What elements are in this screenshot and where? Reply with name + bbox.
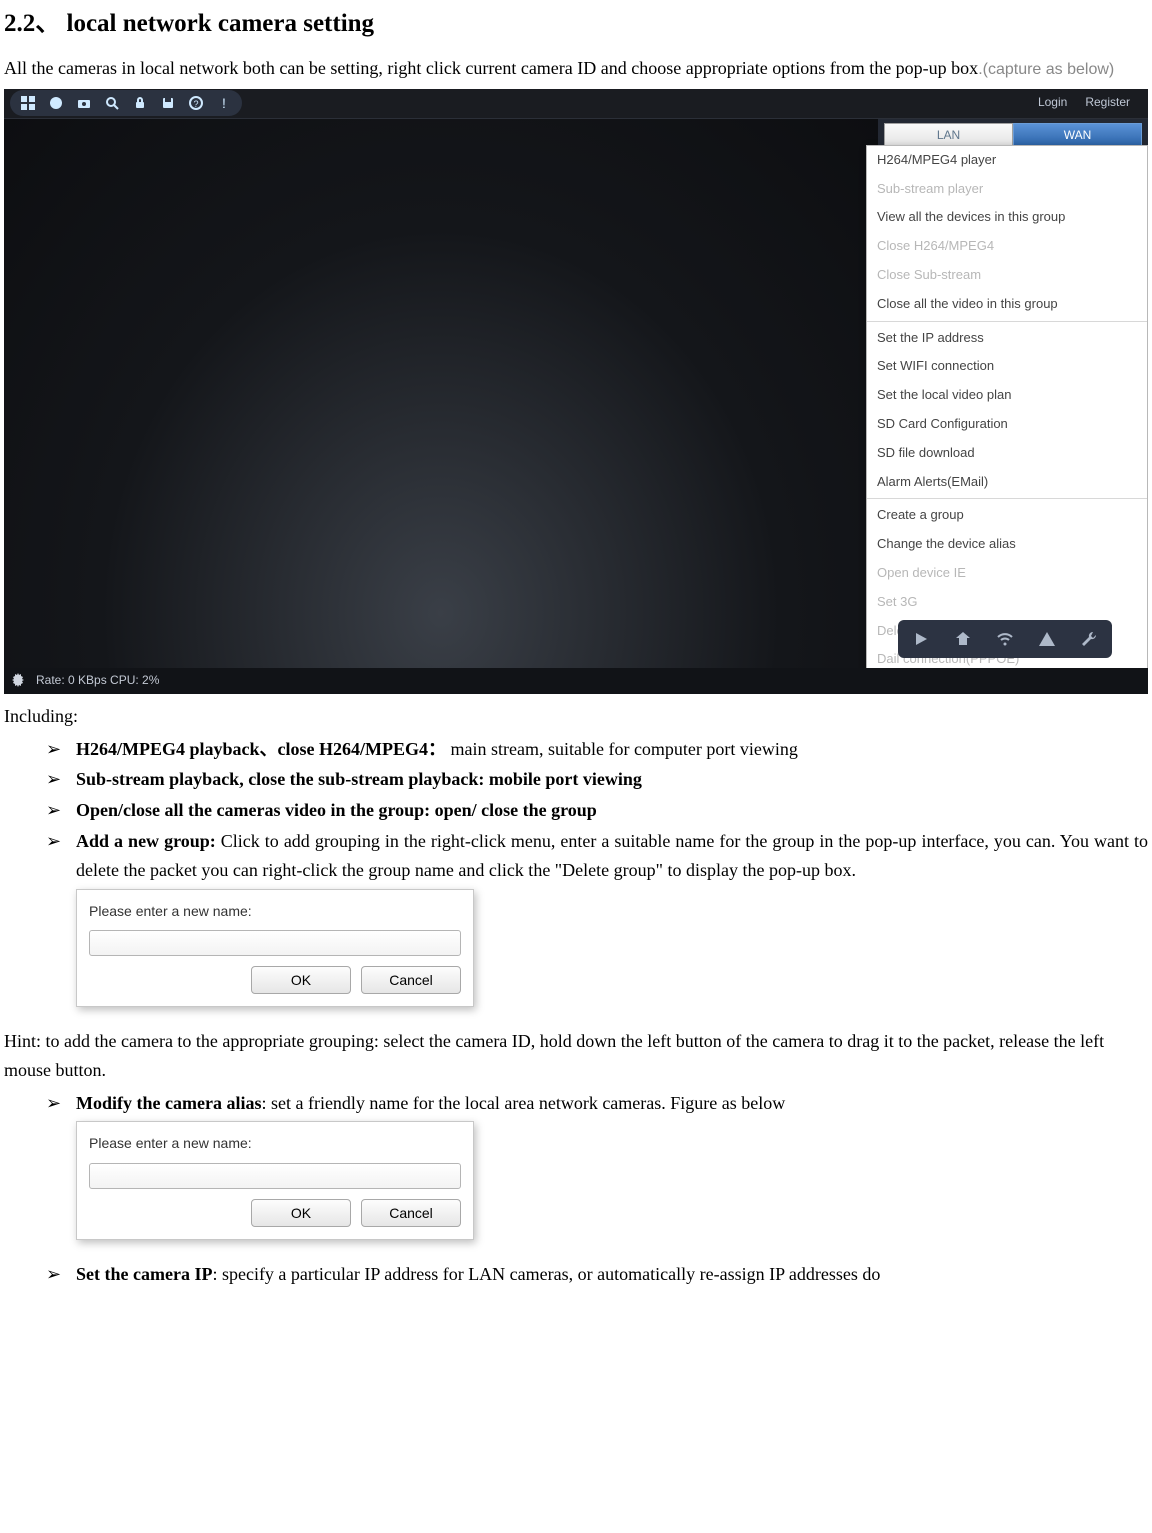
tab-wan[interactable]: WAN (1013, 123, 1142, 147)
top-right-links: Login Register (1038, 93, 1130, 112)
section-heading: 2.2、 local network camera setting (4, 4, 1148, 44)
cm-set-3g[interactable]: Set 3G (867, 588, 1147, 617)
ptz-bottom-icons (898, 620, 1112, 658)
cm-sd-download[interactable]: SD file download (867, 439, 1147, 468)
bullet-openclose: Open/close all the cameras video in the … (76, 796, 1148, 825)
dialog2-cancel-button[interactable]: Cancel (361, 1199, 461, 1227)
save-icon[interactable] (158, 93, 178, 113)
cm-view-all-devices[interactable]: View all the devices in this group (867, 203, 1147, 232)
cm-divider (867, 498, 1147, 499)
bullet-openclose-text: Open/close all the cameras video in the … (76, 800, 597, 820)
bullet-list-2: Modify the camera alias: set a friendly … (4, 1089, 1148, 1118)
info-icon[interactable]: ! (214, 93, 234, 113)
cm-alarm-alerts[interactable]: Alarm Alerts(EMail) (867, 468, 1147, 497)
register-link[interactable]: Register (1085, 93, 1130, 112)
bullet-h264-bold: H264/MPEG4 playback、close H264/MPEG4： (76, 739, 446, 759)
cm-h264-player[interactable]: H264/MPEG4 player (867, 146, 1147, 175)
cm-open-ie[interactable]: Open device IE (867, 559, 1147, 588)
bullet-set-ip: Set the camera IP: specify a particular … (76, 1260, 1148, 1289)
wifi-icon[interactable] (992, 626, 1018, 652)
app-screenshot: ? ! Login Register LAN WAN H264/MPEG4 pl… (4, 89, 1148, 694)
bullet-setip-bold: Set the camera IP (76, 1264, 212, 1284)
cm-change-alias[interactable]: Change the device alias (867, 530, 1147, 559)
bullet-list-1: H264/MPEG4 playback、close H264/MPEG4： ma… (4, 735, 1148, 885)
bullet-addgroup-bold: Add a new group: (76, 831, 221, 851)
bullet-modify-bold: Modify the camera alias (76, 1093, 261, 1113)
cm-create-group[interactable]: Create a group (867, 501, 1147, 530)
intro-paragraph: All the cameras in local network both ca… (4, 54, 1148, 83)
camera-icon[interactable] (74, 93, 94, 113)
bullet-substream-text: Sub-stream playback, close the sub-strea… (76, 769, 642, 789)
dialog1-ok-button[interactable]: OK (251, 966, 351, 994)
bullet-modify-alias: Modify the camera alias: set a friendly … (76, 1089, 1148, 1118)
bullet-modify-rest: : set a friendly name for the local area… (261, 1093, 785, 1113)
cm-divider (867, 321, 1147, 322)
gear-icon[interactable] (10, 673, 26, 689)
cm-sdcard-config[interactable]: SD Card Configuration (867, 410, 1147, 439)
dialog2-label: Please enter a new name: (89, 1132, 461, 1154)
tab-lan[interactable]: LAN (884, 123, 1013, 147)
bullet-list-3: Set the camera IP: specify a particular … (4, 1260, 1148, 1289)
new-name-dialog-2: Please enter a new name: OK Cancel (76, 1121, 474, 1239)
hint-paragraph: Hint: to add the camera to the appropria… (4, 1027, 1148, 1085)
video-main-area (4, 119, 878, 668)
login-link[interactable]: Login (1038, 93, 1067, 112)
cm-local-video-plan[interactable]: Set the local video plan (867, 381, 1147, 410)
cm-set-wifi[interactable]: Set WIFI connection (867, 352, 1147, 381)
app-topbar: ? ! Login Register (4, 89, 1148, 119)
camera-context-menu: H264/MPEG4 player Sub-stream player View… (866, 145, 1148, 694)
grid-icon[interactable] (18, 93, 38, 113)
lan-wan-tabs: LAN WAN (884, 123, 1142, 147)
bullet-setip-rest: : specify a particular IP address for LA… (212, 1264, 880, 1284)
wrench-icon[interactable] (1076, 626, 1102, 652)
alert-icon[interactable] (1034, 626, 1060, 652)
toolbar: ? ! (10, 90, 242, 116)
dialog1-cancel-button[interactable]: Cancel (361, 966, 461, 994)
dialog1-label: Please enter a new name: (89, 900, 461, 922)
home-icon[interactable] (950, 626, 976, 652)
lock-icon[interactable] (130, 93, 150, 113)
dialog2-ok-button[interactable]: OK (251, 1199, 351, 1227)
intro-text-b: .(capture as below) (978, 61, 1114, 78)
dialog2-name-input[interactable] (89, 1163, 461, 1189)
play-icon[interactable] (908, 626, 934, 652)
svg-text:!: ! (222, 96, 226, 110)
bullet-addgroup-rest: Click to add grouping in the right-click… (76, 831, 1148, 880)
dialog1-name-input[interactable] (89, 930, 461, 956)
status-text: Rate: 0 KBps CPU: 2% (36, 671, 159, 690)
bullet-substream: Sub-stream playback, close the sub-strea… (76, 765, 1148, 794)
bullet-h264: H264/MPEG4 playback、close H264/MPEG4： ma… (76, 735, 1148, 764)
help-icon[interactable]: ? (186, 93, 206, 113)
including-label: Including: (4, 702, 1148, 731)
bullet-addgroup: Add a new group: Click to add grouping i… (76, 827, 1148, 885)
cm-close-h264[interactable]: Close H264/MPEG4 (867, 232, 1147, 261)
cm-set-ip[interactable]: Set the IP address (867, 324, 1147, 353)
cm-substream-player[interactable]: Sub-stream player (867, 175, 1147, 204)
intro-text-a: All the cameras in local network both ca… (4, 58, 978, 78)
cm-close-all-video[interactable]: Close all the video in this group (867, 290, 1147, 319)
new-name-dialog-1: Please enter a new name: OK Cancel (76, 889, 474, 1007)
status-bar: Rate: 0 KBps CPU: 2% (4, 668, 1148, 694)
search-icon[interactable] (102, 93, 122, 113)
cm-close-substream[interactable]: Close Sub-stream (867, 261, 1147, 290)
bullet-h264-rest: main stream, suitable for computer port … (446, 739, 798, 759)
svg-text:?: ? (193, 99, 198, 109)
record-icon[interactable] (46, 93, 66, 113)
